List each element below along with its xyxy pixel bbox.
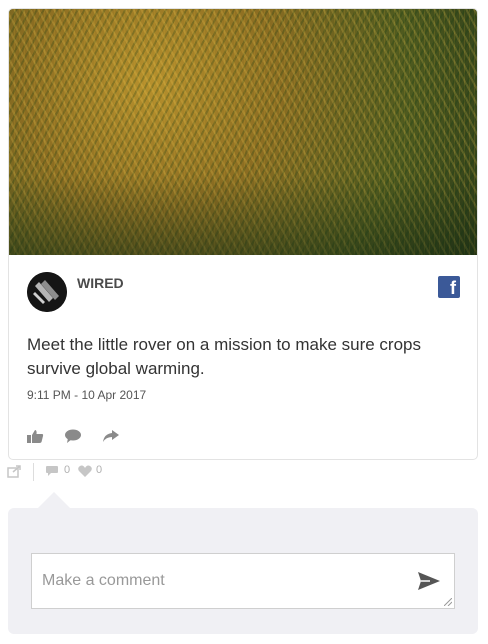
comment-box [31,553,455,609]
send-icon[interactable] [418,572,440,590]
post-source[interactable]: WIRED [77,275,124,291]
share-icon[interactable] [102,429,120,443]
post-timestamp: 9:11 PM - 10 Apr 2017 [27,388,147,402]
panel-caret [38,492,70,508]
resize-handle-icon[interactable] [444,598,452,606]
stats-divider [33,463,34,481]
avatar[interactable] [27,272,67,312]
comment-icon[interactable] [64,429,82,443]
post-image[interactable] [9,9,477,255]
comment-input[interactable] [40,569,404,593]
comment-count-icon[interactable] [46,466,58,476]
like-icon[interactable] [26,429,44,443]
comment-count: 0 [64,464,71,476]
post-card: WIRED f Meet the little rover on a missi… [8,8,478,460]
facebook-icon[interactable]: f [438,276,460,298]
post-text: Meet the little rover on a mission to ma… [27,335,421,378]
share-out-icon[interactable] [7,464,22,478]
like-count: 0 [96,464,103,476]
heart-icon[interactable] [78,465,92,477]
wired-logo-icon [27,272,67,312]
